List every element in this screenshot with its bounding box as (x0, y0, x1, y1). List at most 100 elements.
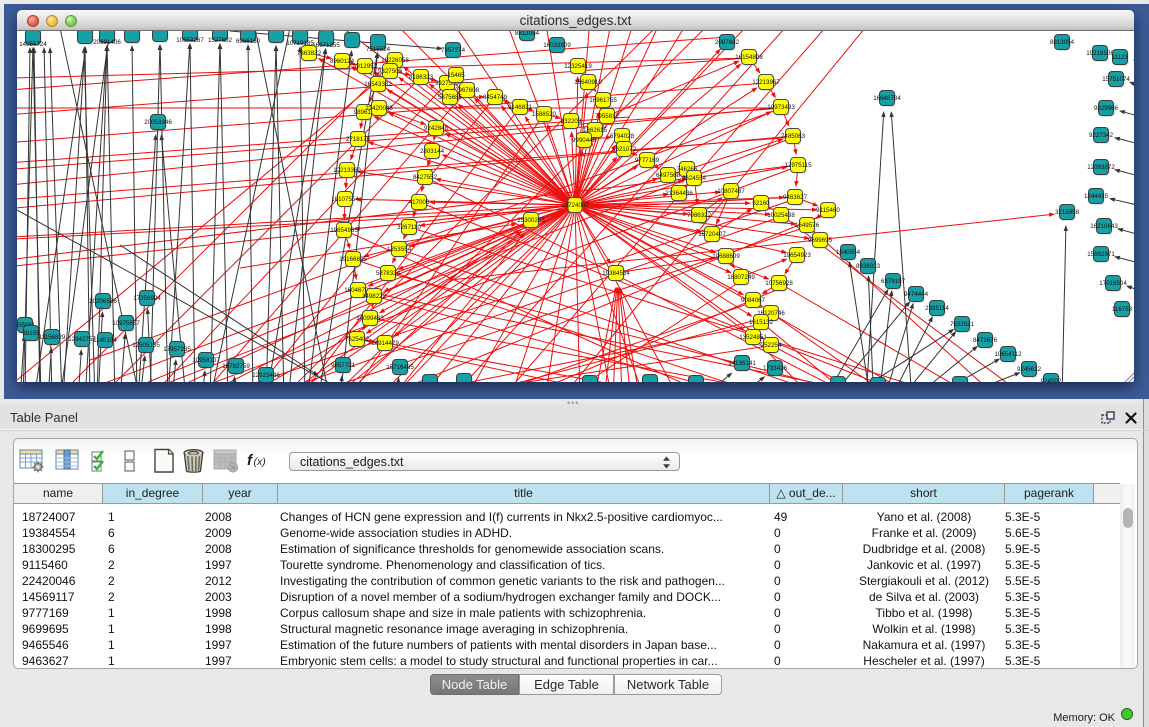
svg-text:19166825: 19166825 (339, 256, 367, 263)
svg-text:8938923: 8938923 (856, 263, 881, 270)
svg-text:18807249: 18807249 (727, 274, 755, 281)
svg-text:17957235: 17957235 (163, 346, 191, 353)
svg-text:15751074: 15751074 (1102, 76, 1130, 83)
svg-text:9329966: 9329966 (1094, 105, 1119, 112)
svg-text:10807487: 10807487 (717, 188, 745, 195)
svg-text:62160: 62160 (752, 200, 770, 207)
svg-text:15692971: 15692971 (1087, 251, 1115, 258)
svg-text:19654985: 19654985 (330, 227, 358, 234)
svg-text:16107554: 16107554 (331, 196, 359, 203)
svg-text:20206536: 20206536 (89, 298, 117, 305)
svg-text:12975115: 12975115 (784, 162, 812, 169)
svg-text:2087682: 2087682 (715, 39, 740, 46)
svg-text:14136141: 14136141 (728, 360, 756, 367)
svg-text:16648784: 16648784 (873, 95, 901, 102)
svg-text:17016504: 17016504 (1099, 280, 1127, 287)
svg-text:18226058: 18226058 (381, 57, 409, 64)
svg-text:16914479: 16914479 (371, 340, 399, 347)
svg-text:16210643: 16210643 (1090, 223, 1118, 230)
svg-text:21364436: 21364436 (665, 190, 693, 197)
svg-text:2718176: 2718176 (346, 136, 371, 143)
svg-text:1588520: 1588520 (532, 111, 557, 118)
svg-text:10025438: 10025438 (767, 212, 795, 219)
svg-text:9245612: 9245612 (1017, 366, 1042, 373)
svg-text:9699695: 9699695 (808, 237, 833, 244)
svg-text:9777169: 9777169 (635, 157, 660, 164)
svg-text:25300203: 25300203 (517, 217, 545, 224)
svg-text:12325419: 12325419 (564, 63, 592, 70)
svg-text:417006: 417006 (409, 199, 430, 206)
svg-text:8813054: 8813054 (515, 31, 540, 37)
svg-text:3498222: 3498222 (362, 293, 387, 300)
svg-text:16782759: 16782759 (222, 363, 250, 370)
svg-text:10688609: 10688609 (712, 253, 740, 260)
svg-text:17359924: 17359924 (133, 295, 161, 302)
svg-text:3215958: 3215958 (1055, 209, 1080, 216)
svg-text:7663822: 7663822 (297, 50, 322, 57)
svg-text:10973493: 10973493 (767, 104, 795, 111)
svg-text:6379197: 6379197 (881, 278, 906, 285)
svg-text:1733426: 1733426 (763, 365, 788, 372)
svg-text:9146821: 9146821 (508, 104, 533, 111)
svg-text:116753: 116753 (1112, 306, 1133, 313)
svg-text:7357274: 7357274 (441, 47, 466, 54)
svg-text:20053346: 20053346 (144, 119, 172, 126)
svg-text:1649576: 1649576 (795, 222, 820, 229)
svg-text:16154808: 16154808 (735, 54, 763, 61)
svg-text:20691406: 20691406 (93, 39, 121, 46)
svg-text:15720407: 15720407 (698, 231, 726, 238)
svg-text:11123: 11123 (1112, 54, 1129, 61)
svg-text:10975657: 10975657 (112, 320, 140, 327)
svg-text:7986322: 7986322 (687, 212, 712, 219)
svg-text:(x): (x) (254, 456, 266, 468)
svg-text:7485063: 7485063 (781, 133, 806, 140)
svg-text:9227342: 9227342 (1089, 132, 1114, 139)
svg-text:5875685: 5875685 (438, 94, 463, 101)
svg-text:18724007: 18724007 (561, 202, 589, 209)
svg-text:8471676: 8471676 (973, 337, 998, 344)
svg-text:2967608: 2967608 (455, 87, 480, 94)
svg-text:12923446: 12923446 (252, 372, 280, 379)
svg-text:3267110: 3267110 (397, 224, 421, 231)
svg-text:10653267: 10653267 (176, 37, 204, 44)
svg-text:1621072: 1621072 (612, 146, 637, 153)
svg-text:1145194: 1145194 (93, 337, 117, 344)
svg-text:9084067: 9084067 (741, 297, 766, 304)
svg-text:1353554: 1353554 (387, 246, 412, 253)
svg-text:8454749: 8454749 (483, 94, 508, 101)
svg-text:1244415: 1244415 (1084, 193, 1109, 200)
svg-text:12093872: 12093872 (1087, 164, 1115, 171)
svg-text:15465: 15465 (447, 72, 465, 79)
svg-text:14099483: 14099483 (356, 315, 384, 322)
svg-text:16543382: 16543382 (364, 81, 392, 88)
svg-text:9115460: 9115460 (816, 207, 840, 214)
svg-text:832203: 832203 (561, 118, 582, 125)
svg-text:22420046: 22420046 (365, 105, 393, 112)
svg-text:14055724: 14055724 (19, 41, 47, 48)
svg-text:9327503: 9327503 (378, 68, 403, 75)
svg-text:6794028: 6794028 (610, 133, 635, 140)
svg-text:8960124: 8960124 (330, 58, 355, 65)
svg-text:8186323: 8186323 (409, 74, 434, 81)
svg-text:10756928: 10756928 (765, 280, 793, 287)
svg-text:12942757: 12942757 (68, 336, 96, 343)
svg-text:10958107: 10958107 (192, 357, 220, 364)
svg-text:15716485: 15716485 (386, 364, 414, 371)
svg-text:9857721: 9857721 (331, 362, 356, 369)
svg-text:924502: 924502 (1041, 378, 1062, 382)
svg-text:7632621: 7632621 (950, 321, 975, 328)
svg-text:7515524: 7515524 (366, 46, 391, 53)
svg-text:8813054: 8813054 (1050, 39, 1075, 46)
svg-text:6966160: 6966160 (236, 38, 261, 45)
svg-text:10654112: 10654112 (994, 351, 1022, 358)
svg-text:39159: 39159 (22, 330, 40, 337)
svg-text:7955812: 7955812 (595, 113, 620, 120)
svg-text:12213369: 12213369 (333, 167, 361, 174)
svg-text:9990448: 9990448 (572, 137, 597, 144)
svg-text:1527602: 1527602 (208, 37, 233, 44)
svg-text:16033809: 16033809 (543, 42, 571, 49)
svg-text:16961755: 16961755 (589, 97, 617, 104)
svg-text:3624554: 3624554 (682, 175, 707, 182)
svg-text:8427552: 8427552 (413, 174, 438, 181)
svg-text:12213967: 12213967 (752, 79, 780, 86)
